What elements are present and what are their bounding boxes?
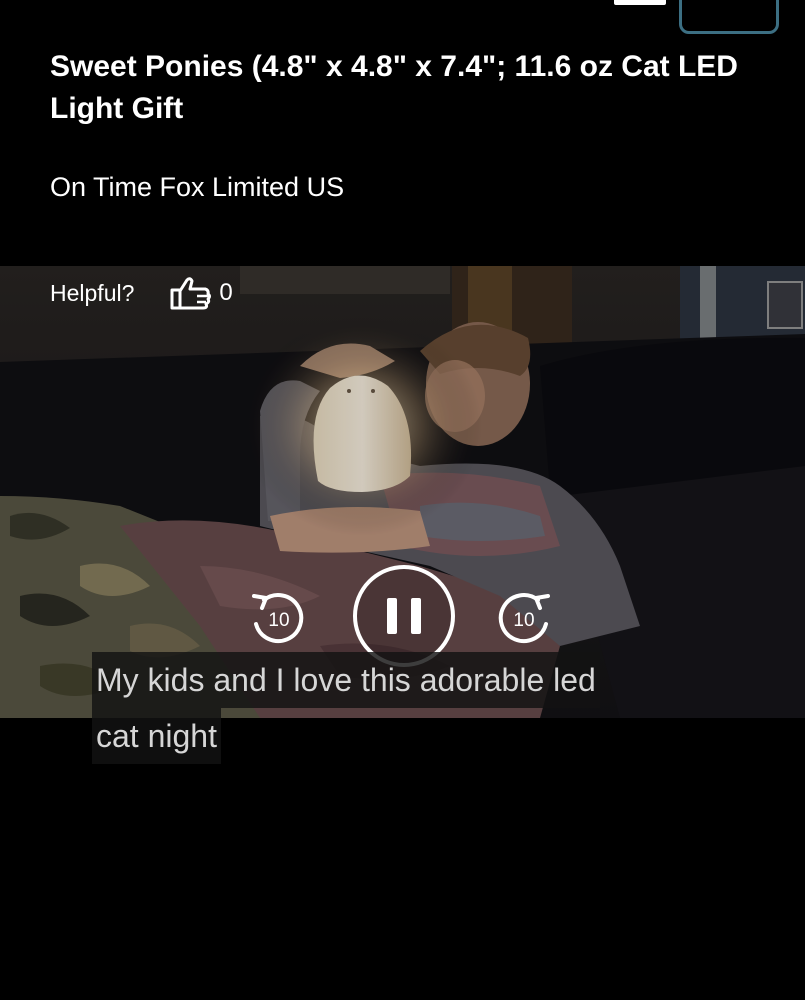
helpful-count: 0 xyxy=(219,279,233,306)
seller-name[interactable]: On Time Fox Limited US xyxy=(50,168,344,206)
top-bar xyxy=(0,0,805,40)
thumbs-up-icon[interactable] xyxy=(169,276,213,310)
rewind-seconds: 10 xyxy=(268,610,289,631)
menu-icon[interactable] xyxy=(614,0,666,5)
caption-line-1: My kids and I love this adorable led xyxy=(92,652,600,708)
helpful-row: Helpful? 0 xyxy=(50,276,233,310)
caption-line-2: cat night xyxy=(92,708,221,764)
cart-button[interactable] xyxy=(679,0,779,34)
rewind-10-icon[interactable]: 10 xyxy=(246,586,308,648)
product-title: Sweet Ponies (4.8" x 4.8" x 7.4"; 11.6 o… xyxy=(50,50,738,125)
forward-seconds: 10 xyxy=(513,610,534,631)
forward-10-icon[interactable]: 10 xyxy=(494,586,556,648)
video-caption: My kids and I love this adorable led cat… xyxy=(92,652,692,764)
helpful-label: Helpful? xyxy=(50,279,135,306)
